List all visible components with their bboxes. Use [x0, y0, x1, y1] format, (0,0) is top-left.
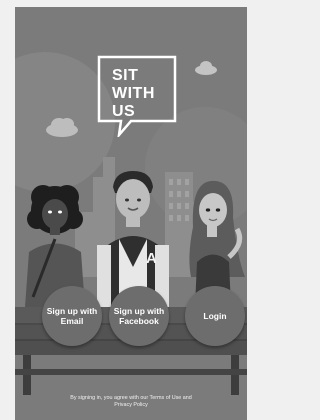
- jacket-letter: A: [146, 250, 157, 267]
- login-label: Login: [203, 311, 227, 321]
- logo-line: SIT: [112, 67, 139, 84]
- logo-text: SIT WITH US: [112, 67, 172, 121]
- logo-line: WITH: [112, 85, 155, 102]
- sign-up-facebook-button[interactable]: Sign up with Facebook: [109, 286, 169, 346]
- legal-line-1: By signing in, you agree with our Terms …: [70, 395, 192, 401]
- sign-up-email-button[interactable]: Sign up with Email: [42, 286, 102, 346]
- login-button[interactable]: Login: [185, 286, 245, 346]
- app-screen: A SIT WITH US Sign up with Email Sign up…: [15, 7, 247, 420]
- sign-up-facebook-label: Sign up with Facebook: [113, 306, 165, 326]
- legal-notice: By signing in, you agree with our Terms …: [15, 395, 247, 409]
- legal-line-2: Privacy Policy: [114, 402, 148, 408]
- cloud-icon: [195, 61, 217, 75]
- logo-line: US: [112, 103, 136, 120]
- sign-up-email-label: Sign up with Email: [46, 306, 98, 326]
